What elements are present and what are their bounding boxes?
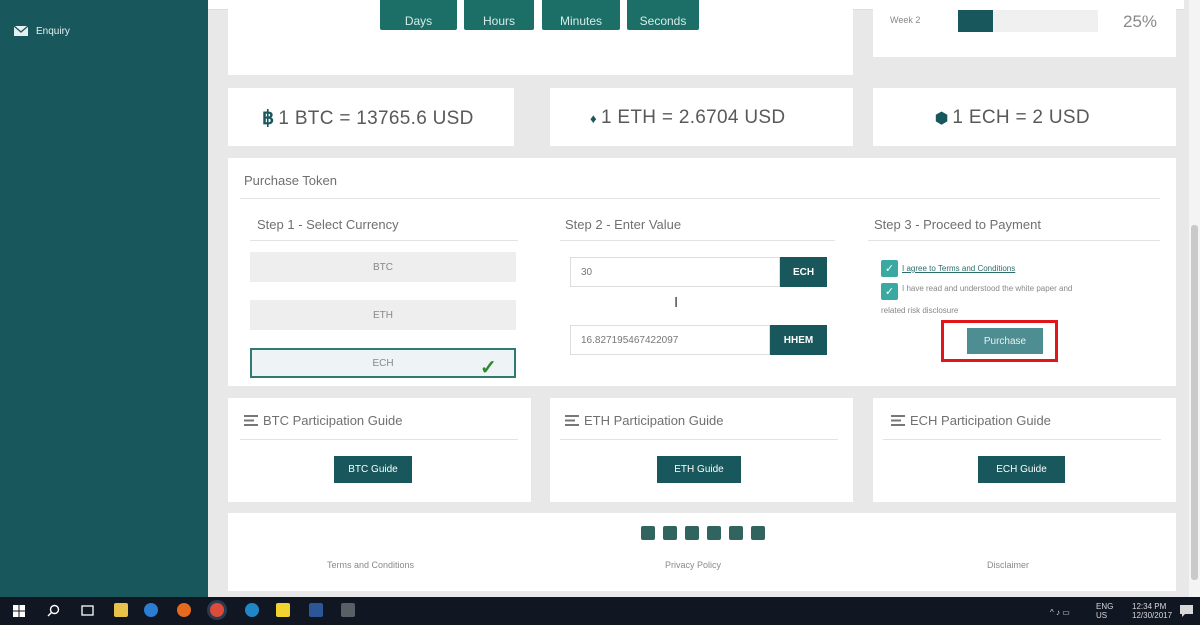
btc-rate-text: 1 BTC = 13765.6 USD [278,107,474,129]
week-label: Week 2 [890,15,921,25]
social-links [641,526,765,540]
guide-title-text: ETH Participation Guide [584,413,724,428]
guide-title-text: BTC Participation Guide [263,413,403,428]
text-cursor-icon: I [674,294,679,311]
terms-checkbox[interactable]: ✓ [881,260,898,277]
ech-guide-title: ECH Participation Guide [891,413,1051,428]
privacy-policy-link[interactable]: Privacy Policy [665,560,721,570]
search-icon[interactable] [47,604,60,617]
countdown-card [228,0,853,75]
tray-icons[interactable]: ^ ♪ ▭ [1050,608,1070,617]
terms-link[interactable]: I agree to Terms and Conditions [902,263,1015,275]
language-indicator[interactable]: ENG US [1096,602,1113,620]
edge-browser-icon[interactable] [144,603,158,617]
linkedin-icon[interactable] [685,526,699,540]
sidebar-item-enquiry[interactable]: Enquiry [14,23,70,39]
terms-and-conditions-link[interactable]: Terms and Conditions [327,560,414,570]
list-icon [244,415,258,426]
divider [883,439,1161,440]
currency-option-eth[interactable]: ETH [250,300,516,330]
app-icon[interactable] [341,603,355,617]
white-paper-label-line2: related risk disclosure [881,306,959,315]
scrollbar-thumb[interactable] [1191,225,1198,580]
sidebar [0,0,208,597]
youtube-icon[interactable] [751,526,765,540]
currency-option-btc[interactable]: BTC [250,252,516,282]
amount-input[interactable]: 30 [570,257,780,287]
eth-guide-button[interactable]: ETH Guide [657,456,741,483]
windows-start-icon[interactable] [13,605,25,617]
minutes-box: Minutes [542,0,620,30]
telegram-icon[interactable] [729,526,743,540]
divider [240,439,518,440]
days-box: Days [380,0,457,30]
week-progress-fill [958,10,993,32]
step2-title: Step 2 - Enter Value [565,217,682,232]
btc-guide-button[interactable]: BTC Guide [334,456,412,483]
amount-unit-button[interactable]: ECH [780,257,827,287]
notifications-icon[interactable] [1180,605,1193,617]
list-icon [891,415,905,426]
sticky-notes-icon[interactable] [276,603,290,617]
hours-box: Hours [464,0,534,30]
highlight-box [941,320,1058,362]
footer [228,513,1176,591]
step1-title: Step 1 - Select Currency [257,217,399,232]
ech-guide-button[interactable]: ECH Guide [978,456,1065,483]
divider [868,240,1160,241]
ethereum-icon: ♦ [590,110,597,126]
converted-unit-button[interactable]: HHEM [770,325,827,355]
region-code: US [1096,611,1108,620]
firefox-icon[interactable] [177,603,191,617]
medium-icon[interactable] [707,526,721,540]
task-view-icon[interactable] [81,604,94,617]
btc-rate: ฿ 1 BTC = 13765.6 USD [262,107,474,130]
language-code: ENG [1096,602,1114,611]
ech-coin-icon: ⬢ [935,110,949,127]
week-progress-percent: 25% [1123,12,1158,31]
divider [240,198,1160,199]
disclaimer-link[interactable]: Disclaimer [987,560,1029,570]
guide-title-text: ECH Participation Guide [910,413,1051,428]
ech-rate-text: 1 ECH = 2 USD [952,107,1090,128]
white-paper-checkbox[interactable]: ✓ [881,283,898,300]
sidebar-item-label: Enquiry [36,25,70,37]
currency-option-ech[interactable]: ECH [250,348,516,378]
eth-rate-text: 1 ETH = 2.6704 USD [600,107,786,128]
btc-guide-title: BTC Participation Guide [244,413,402,428]
clock-time: 12:34 PM [1132,602,1167,611]
seconds-box: Seconds [627,0,699,30]
purchase-title: Purchase Token [244,173,337,188]
facebook-icon[interactable] [641,526,655,540]
clock-date: 12/30/2017 [1132,611,1173,620]
ech-rate: ⬢ 1 ECH = 2 USD [935,107,1090,129]
converted-input[interactable]: 16.827195467422097 [570,325,770,355]
divider [560,240,835,241]
word-icon[interactable] [309,603,323,617]
checkmark-icon: ✓ [480,357,497,379]
file-explorer-icon[interactable] [114,603,128,617]
divider [560,439,838,440]
white-paper-label: I have read and understood the white pap… [902,284,1073,293]
envelope-icon [14,26,28,36]
eth-guide-title: ETH Participation Guide [565,413,723,428]
divider [250,240,518,241]
bitcoin-icon: ฿ [262,108,275,129]
app-icon[interactable] [245,603,259,617]
chrome-icon[interactable] [210,603,224,617]
twitter-icon[interactable] [663,526,677,540]
step3-title: Step 3 - Proceed to Payment [874,217,1041,232]
list-icon [565,415,579,426]
eth-rate: ♦ 1 ETH = 2.6704 USD [590,107,785,129]
clock[interactable]: 12:34 PM 12/30/2017 [1132,602,1172,620]
